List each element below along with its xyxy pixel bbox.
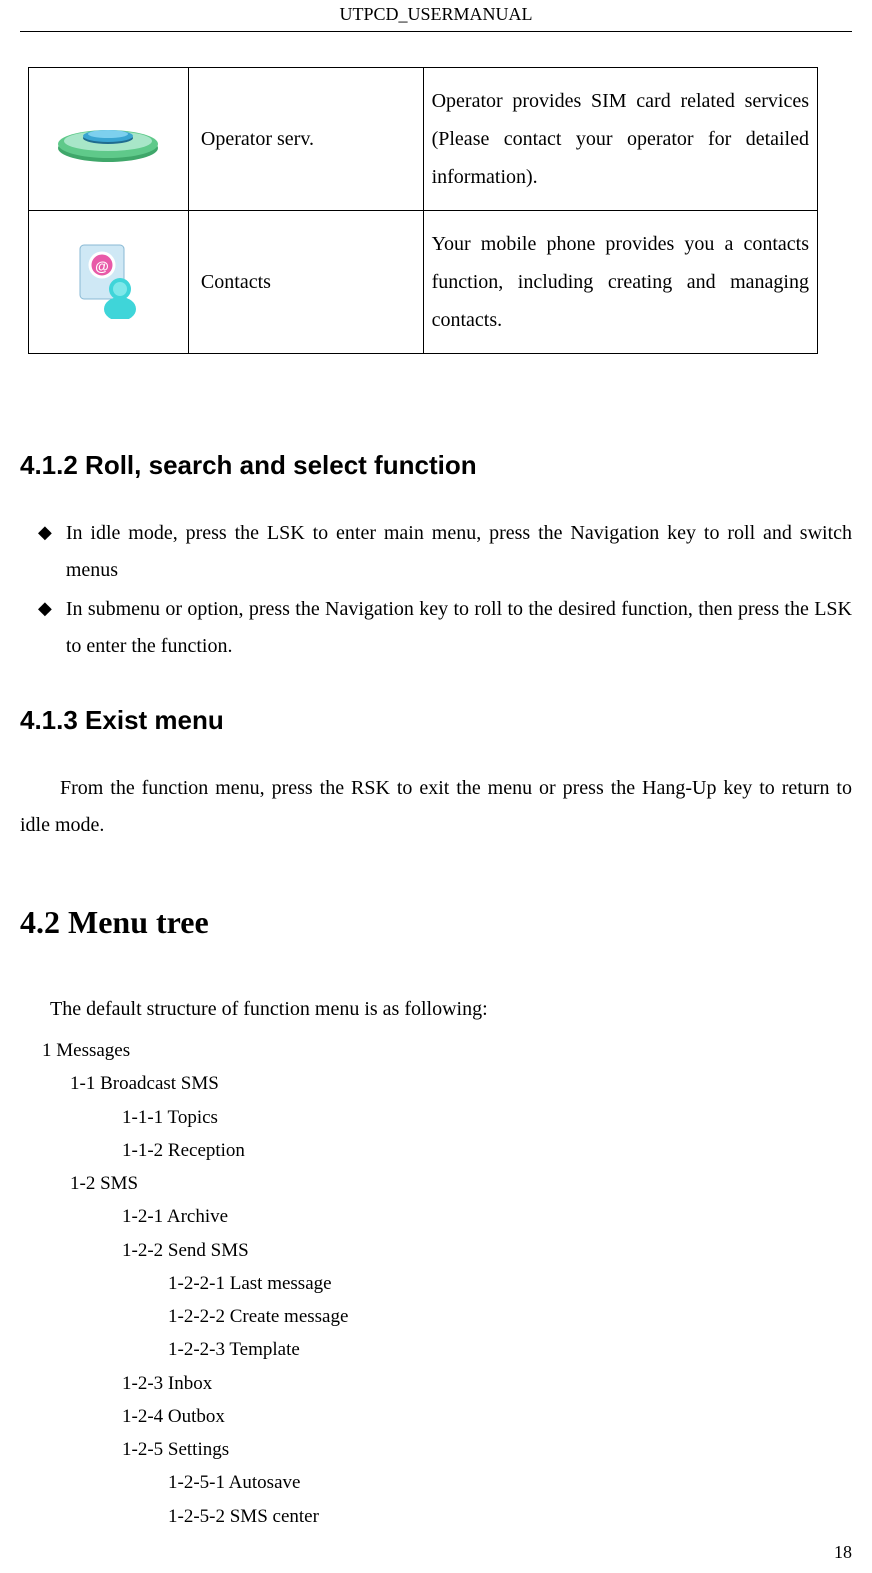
- tree-item: 1-2-2-2 Create message: [168, 1300, 852, 1333]
- contacts-label-cell: Contacts: [188, 211, 423, 354]
- section-42-intro: The default structure of function menu i…: [20, 991, 852, 1028]
- document-header: UTPCD_USERMANUAL: [20, 0, 852, 32]
- operator-desc-cell: Operator provides SIM card related servi…: [423, 68, 817, 211]
- section-413-paragraph: From the function menu, press the RSK to…: [20, 770, 852, 844]
- svg-text:@: @: [96, 258, 110, 274]
- tree-item: 1-2 SMS: [70, 1167, 852, 1200]
- tree-item: 1-2-5-2 SMS center: [168, 1500, 852, 1533]
- bullet-text: In idle mode, press the LSK to enter mai…: [66, 515, 852, 589]
- diamond-bullet-icon: ◆: [38, 591, 52, 625]
- list-item: ◆ In submenu or option, press the Naviga…: [38, 591, 852, 665]
- list-item: ◆ In idle mode, press the LSK to enter m…: [38, 515, 852, 589]
- tree-item: 1-2-2-3 Template: [168, 1333, 852, 1366]
- contacts-icon: @: [68, 239, 148, 319]
- section-412-title: 4.1.2 Roll, search and select function: [20, 450, 852, 481]
- tree-item: 1-1 Broadcast SMS: [70, 1067, 852, 1100]
- contacts-desc-cell: Your mobile phone provides you a contact…: [423, 211, 817, 354]
- feature-table: Operator serv. Operator provides SIM car…: [28, 67, 852, 354]
- bullet-text: In submenu or option, press the Navigati…: [66, 591, 852, 665]
- tree-item: 1-2-2 Send SMS: [122, 1234, 852, 1267]
- tree-item: 1-1-1 Topics: [122, 1101, 852, 1134]
- table-row: Operator serv. Operator provides SIM car…: [29, 68, 818, 211]
- table-row: @ Contacts Your mobile phone provides yo…: [29, 211, 818, 354]
- tree-item: 1-1-2 Reception: [122, 1134, 852, 1167]
- tree-item: 1-2-3 Inbox: [122, 1367, 852, 1400]
- section-412-bullets: ◆ In idle mode, press the LSK to enter m…: [38, 515, 852, 665]
- tree-item: 1 Messages: [42, 1034, 852, 1067]
- section-413-title: 4.1.3 Exist menu: [20, 705, 852, 736]
- section-42-title: 4.2 Menu tree: [20, 904, 852, 941]
- operator-icon-cell: [29, 68, 189, 211]
- tree-item: 1-2-4 Outbox: [122, 1400, 852, 1433]
- operator-service-icon: [53, 106, 163, 166]
- tree-item: 1-2-5-1 Autosave: [168, 1466, 852, 1499]
- operator-label-cell: Operator serv.: [188, 68, 423, 211]
- tree-item: 1-2-1 Archive: [122, 1200, 852, 1233]
- tree-item: 1-2-5 Settings: [122, 1433, 852, 1466]
- tree-item: 1-2-2-1 Last message: [168, 1267, 852, 1300]
- contacts-icon-cell: @: [29, 211, 189, 354]
- diamond-bullet-icon: ◆: [38, 515, 52, 549]
- menu-tree: 1 Messages 1-1 Broadcast SMS 1-1-1 Topic…: [20, 1034, 852, 1533]
- page-number: 18: [834, 1542, 852, 1563]
